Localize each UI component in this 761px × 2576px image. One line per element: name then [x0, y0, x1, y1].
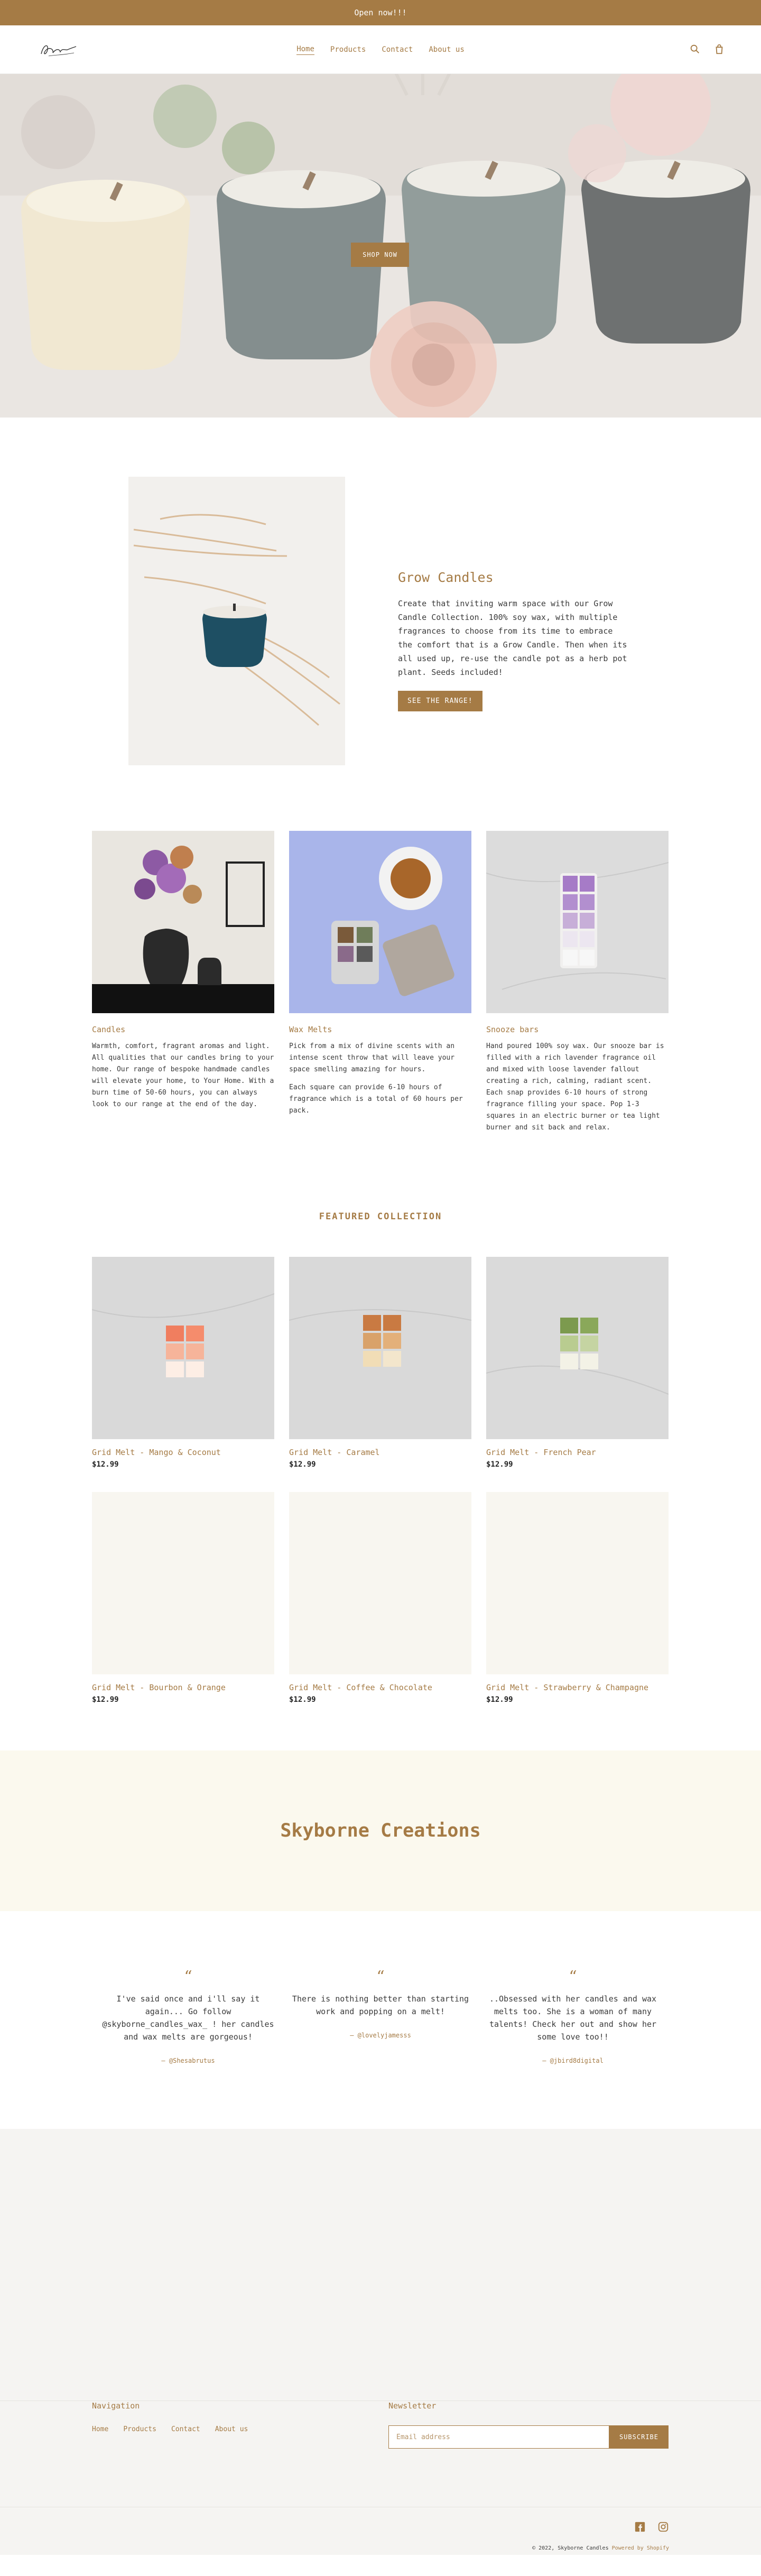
feature-body: Create that inviting warm space with our… [398, 599, 627, 677]
candles-text: Warmth, comfort, fragrant aromas and lig… [92, 1042, 274, 1108]
candles-image [92, 831, 274, 1013]
grow-candles-section: Grow Candles Create that inviting warm s… [0, 418, 761, 831]
empty-section [0, 2129, 761, 2401]
footer-link-products[interactable]: Products [123, 2425, 156, 2433]
quote-icon: “ [569, 1968, 577, 1986]
product-card[interactable]: Grid Melt - French Pear $12.99 [486, 1257, 669, 1469]
footer-bottom: © 2022, Skyborne Candles Powered by Shop… [0, 2507, 761, 2555]
snooze-bars-text: Hand poured 100% soy wax. Our snooze bar… [486, 1042, 664, 1132]
nav-contact[interactable]: Contact [382, 45, 413, 54]
newsletter: Newsletter SUBSCRIBE [388, 2401, 669, 2449]
testimonial-author: — @lovelyjamesss [350, 2032, 411, 2039]
product-card[interactable]: Grid Melt - Bourbon & Orange $12.99 [92, 1492, 274, 1704]
featured-collection-grid: Grid Melt - Mango & Coconut $12.99 Grid … [0, 1257, 761, 1732]
shop-now-button[interactable]: SHOP NOW [351, 243, 409, 267]
see-the-range-button[interactable]: SEE THE RANGE! [398, 691, 482, 711]
product-price: $12.99 [92, 1695, 119, 1704]
powered-by-link[interactable]: Powered by Shopify [612, 2545, 669, 2551]
testimonials: “ I've said once and i'll say it again..… [0, 1911, 761, 2129]
snooze-bars-title: Snooze bars [486, 1025, 539, 1034]
product-card[interactable]: Grid Melt - Caramel $12.99 [289, 1257, 471, 1469]
product-name[interactable]: Grid Melt - Caramel [289, 1448, 471, 1457]
site-footer: Navigation Home Products Contact About u… [0, 2401, 761, 2555]
nav-products[interactable]: Products [330, 45, 366, 54]
newsletter-title: Newsletter [388, 2401, 437, 2411]
nav-home[interactable]: Home [296, 45, 314, 55]
instagram-icon[interactable] [657, 2521, 669, 2535]
category-wax-melts: Wax Melts Pick from a mix of divine scen… [289, 831, 471, 1123]
brand-banner: Skyborne Creations [0, 1750, 761, 1911]
nav-about[interactable]: About us [429, 45, 464, 54]
product-image-placeholder[interactable] [289, 1492, 471, 1674]
testimonial-text: There is nothing better than starting wo… [292, 1994, 469, 2016]
footer-link-contact[interactable]: Contact [171, 2425, 200, 2433]
testimonial-text: I've said once and i'll say it again... … [102, 1994, 274, 2042]
product-image-placeholder[interactable] [486, 1492, 669, 1674]
product-price: $12.99 [486, 1695, 513, 1704]
category-candles: Candles Warmth, comfort, fragrant aromas… [92, 831, 274, 1117]
testimonial-text: ..Obsessed with her candles and wax melt… [489, 1994, 657, 2042]
testimonial-author: — @jbird8digital [542, 2057, 604, 2064]
copyright-text: © 2022, Skyborne Candles [532, 2545, 609, 2551]
quote-icon: “ [376, 1968, 385, 1986]
product-name[interactable]: Grid Melt - Coffee & Chocolate [289, 1683, 471, 1692]
email-field[interactable] [388, 2425, 609, 2449]
product-image[interactable] [92, 1257, 274, 1439]
product-price: $12.99 [289, 1695, 316, 1704]
feature-title: Grow Candles [398, 570, 494, 585]
product-card[interactable]: Grid Melt - Coffee & Chocolate $12.99 [289, 1492, 471, 1704]
product-name[interactable]: Grid Melt - Strawberry & Champagne [486, 1683, 669, 1692]
product-image[interactable] [486, 1257, 669, 1439]
subscribe-button[interactable]: SUBSCRIBE [609, 2425, 669, 2449]
footer-link-home[interactable]: Home [92, 2425, 108, 2433]
hero-banner: SHOP NOW [0, 74, 761, 418]
footer-navigation: Navigation Home Products Contact About u… [92, 2401, 248, 2433]
announcement-bar: Open now!!! [0, 0, 761, 25]
product-card[interactable]: Grid Melt - Mango & Coconut $12.99 [92, 1257, 274, 1469]
testimonial: “ ..Obsessed with her candles and wax me… [483, 1968, 663, 2065]
announcement-text: Open now!!! [354, 8, 407, 17]
site-header: Home Products Contact About us [0, 25, 761, 74]
testimonial: “ There is nothing better than starting … [291, 1968, 470, 2040]
product-price: $12.99 [92, 1460, 119, 1469]
product-name[interactable]: Grid Melt - Bourbon & Orange [92, 1683, 274, 1692]
product-categories: Candles Warmth, comfort, fragrant aromas… [0, 831, 761, 1211]
testimonial-author: — @Shesabrutus [161, 2057, 215, 2064]
brand-title: Skyborne Creations [280, 1820, 481, 1841]
wax-melts-title: Wax Melts [289, 1025, 332, 1034]
search-icon[interactable] [689, 43, 701, 57]
category-snooze-bars: Snooze bars Hand poured 100% soy wax. Ou… [486, 831, 669, 1140]
product-name[interactable]: Grid Melt - Mango & Coconut [92, 1448, 274, 1457]
facebook-icon[interactable] [634, 2521, 646, 2535]
quote-icon: “ [184, 1968, 192, 1986]
product-price: $12.99 [289, 1460, 316, 1469]
wax-melts-text-2: Each square can provide 6-10 hours of fr… [289, 1083, 463, 1115]
product-card[interactable]: Grid Melt - Strawberry & Champagne $12.9… [486, 1492, 669, 1704]
wax-melts-text-1: Pick from a mix of divine scents with an… [289, 1042, 455, 1073]
main-nav: Home Products Contact About us [0, 25, 761, 74]
footer-nav-title: Navigation [92, 2401, 140, 2411]
product-image-placeholder[interactable] [92, 1492, 274, 1674]
product-name[interactable]: Grid Melt - French Pear [486, 1448, 669, 1457]
cart-icon[interactable] [713, 43, 725, 57]
candles-title: Candles [92, 1025, 126, 1034]
snooze-bars-image [486, 831, 669, 1013]
copyright: © 2022, Skyborne Candles Powered by Shop… [532, 2545, 669, 2551]
testimonial: “ I've said once and i'll say it again..… [98, 1968, 278, 2065]
footer-link-about[interactable]: About us [215, 2425, 248, 2433]
featured-collection-title: FEATURED COLLECTION [319, 1211, 442, 1222]
grow-candle-image [128, 477, 345, 765]
product-price: $12.99 [486, 1460, 513, 1469]
product-image[interactable] [289, 1257, 471, 1439]
wax-melts-image [289, 831, 471, 1013]
